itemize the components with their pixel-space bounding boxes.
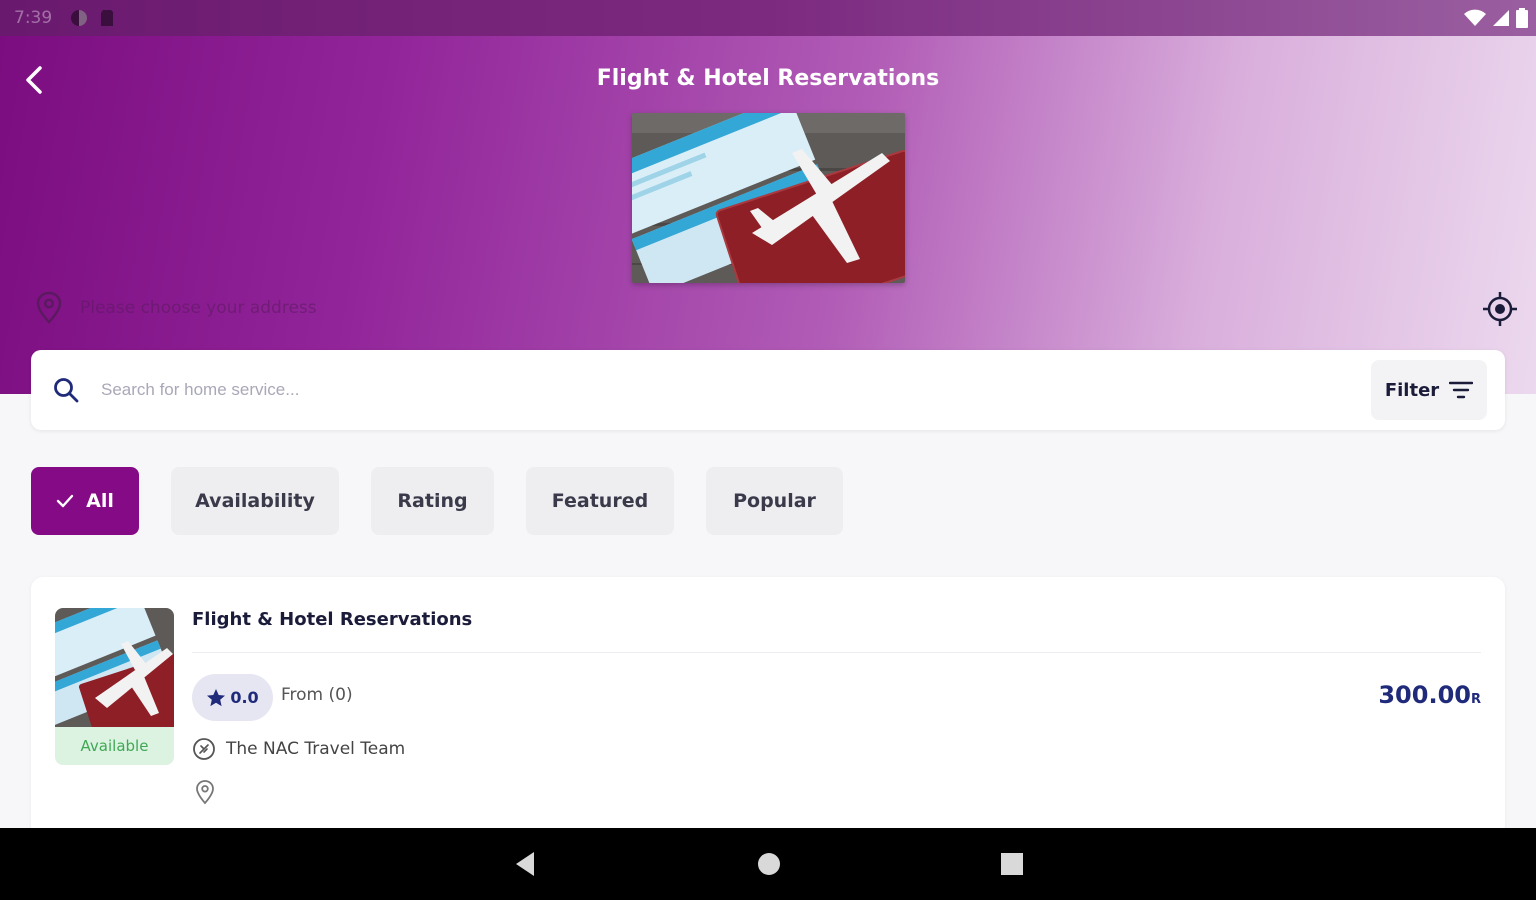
filter-chips: All Availability Rating Featured Popular [31, 467, 843, 535]
provider-name: The NAC Travel Team [226, 739, 406, 759]
status-notification-icons [70, 9, 114, 27]
wifi-icon [1464, 9, 1486, 26]
check-icon [56, 494, 74, 508]
gps-crosshair-icon [1483, 292, 1517, 326]
service-card[interactable]: Available Flight & Hotel Reservations 0.… [31, 577, 1505, 837]
current-location-button[interactable] [1480, 289, 1520, 329]
rating-pill: 0.0 [192, 674, 273, 721]
service-price: 300.00R [1378, 681, 1481, 709]
price-currency: R [1470, 692, 1481, 707]
filter-button[interactable]: Filter [1371, 360, 1487, 420]
sd-card-icon [101, 10, 113, 26]
chip-label: Availability [195, 490, 315, 512]
rating-count: From (0) [281, 685, 353, 705]
battery-icon [1516, 8, 1528, 28]
nav-home-icon[interactable] [756, 850, 782, 878]
search-input[interactable] [101, 372, 1301, 408]
address-placeholder: Please choose your address [80, 298, 317, 318]
star-icon [207, 688, 226, 706]
search-bar: Filter [31, 350, 1505, 430]
service-thumbnail [55, 608, 174, 727]
status-bar: 7:39 [0, 0, 1536, 36]
header: Flight & Hotel Reservations Please choos… [0, 36, 1536, 394]
signal-icon [1493, 10, 1509, 26]
service-title: Flight & Hotel Reservations [192, 609, 473, 630]
chip-label: Popular [733, 490, 816, 512]
chip-label: All [86, 490, 114, 512]
notification-icon [71, 10, 87, 26]
price-value: 300.00 [1378, 681, 1471, 709]
filter-label: Filter [1384, 379, 1440, 401]
system-navigation-bar [0, 828, 1536, 900]
chip-popular[interactable]: Popular [706, 467, 843, 535]
chip-availability[interactable]: Availability [171, 467, 339, 535]
hero-image [632, 113, 905, 283]
chip-label: Rating [397, 490, 468, 512]
rating-value: 0.0 [230, 688, 259, 707]
address-selector[interactable]: Please choose your address [30, 291, 1520, 327]
chip-rating[interactable]: Rating [371, 467, 494, 535]
chip-label: Featured [551, 490, 649, 512]
service-location [194, 779, 216, 809]
chip-featured[interactable]: Featured [526, 467, 674, 535]
location-pin-icon [36, 291, 62, 324]
status-system-icons [1464, 8, 1528, 28]
divider [192, 652, 1481, 653]
filter-lines-icon [1449, 381, 1474, 399]
status-time: 7:39 [14, 8, 53, 28]
provider-badge-icon [193, 738, 215, 760]
chip-all[interactable]: All [31, 467, 139, 535]
availability-badge: Available [55, 727, 174, 765]
location-pin-icon [196, 780, 214, 805]
search-icon [54, 378, 79, 403]
provider-row: The NAC Travel Team [192, 737, 405, 761]
page-title: Flight & Hotel Reservations [596, 66, 940, 91]
nav-recents-icon[interactable] [999, 850, 1025, 878]
nav-back-icon[interactable] [512, 850, 538, 878]
